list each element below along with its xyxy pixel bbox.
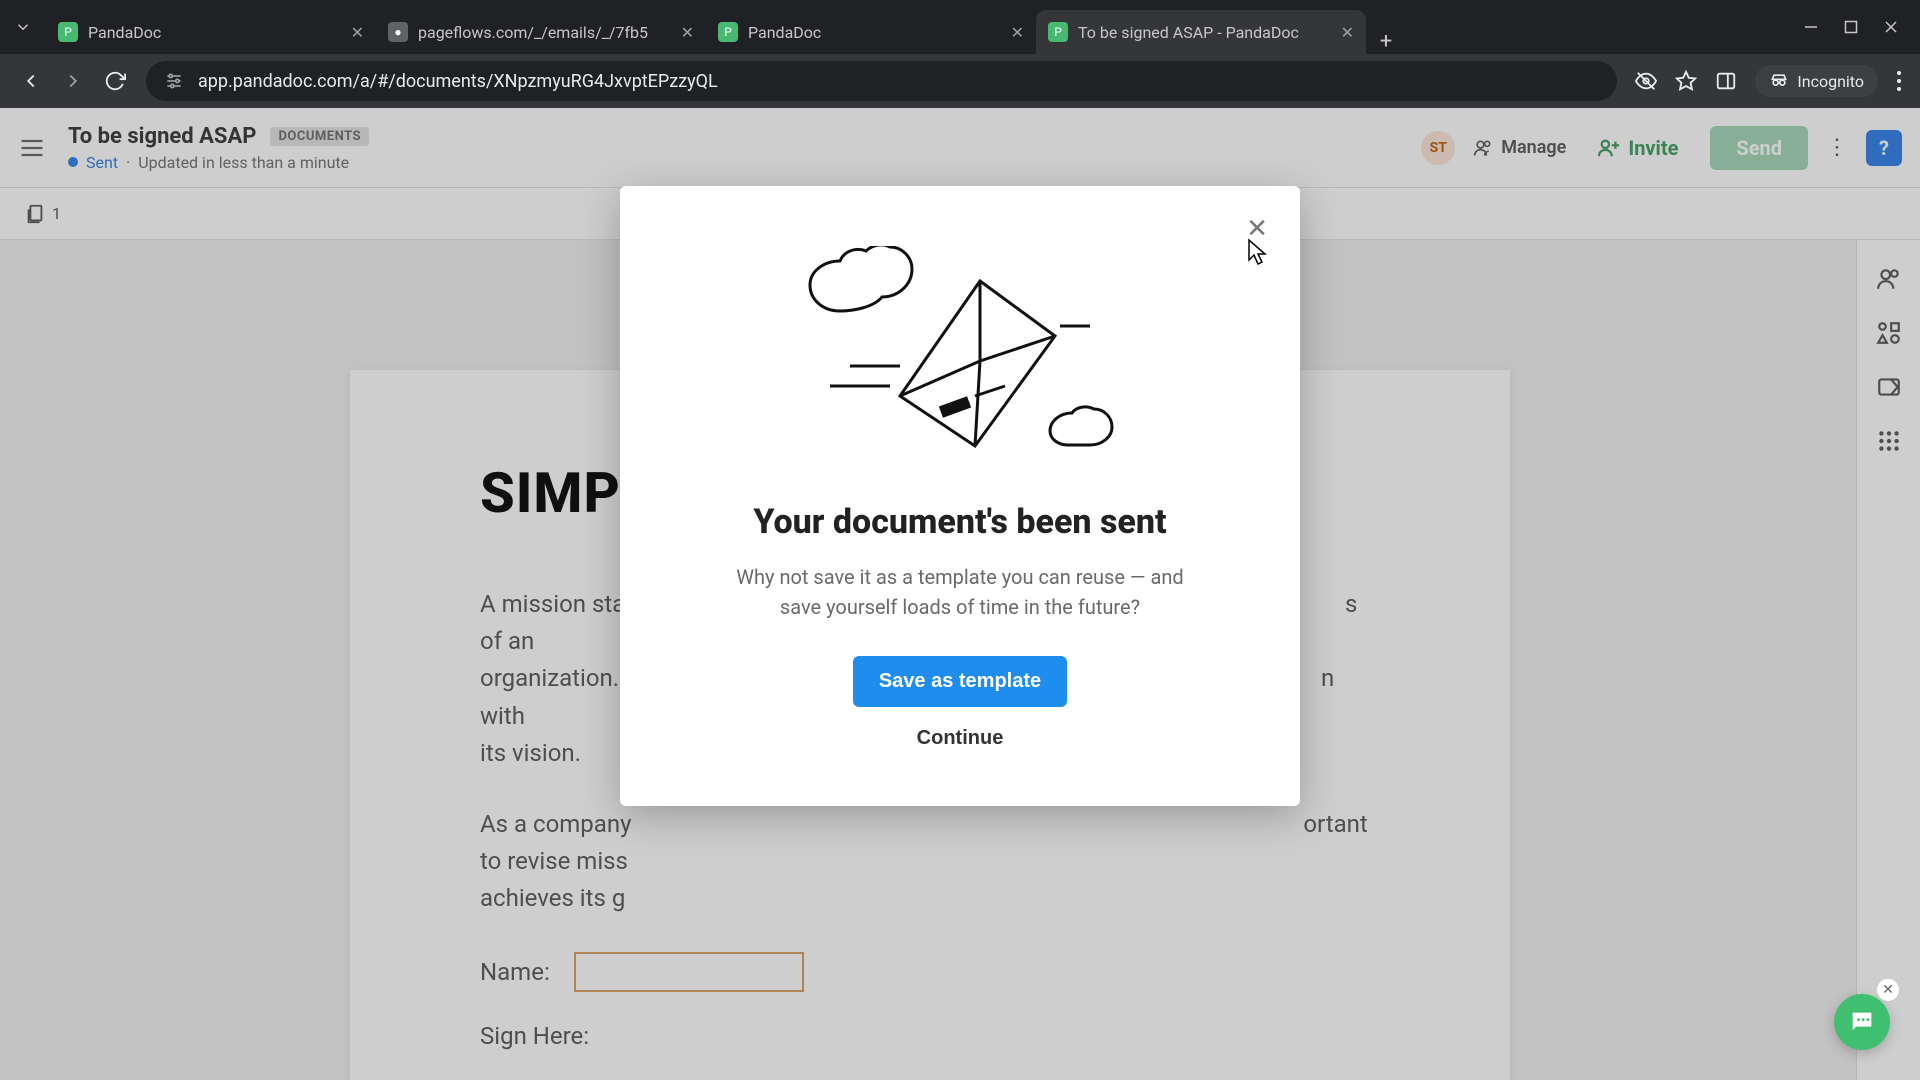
browser-menu-icon[interactable] xyxy=(1896,70,1902,92)
browser-tab[interactable]: ● pageflows.com/_/emails/_/7fb5 ✕ xyxy=(376,10,706,54)
close-icon[interactable]: ✕ xyxy=(1011,23,1024,42)
site-settings-icon[interactable] xyxy=(164,71,184,91)
forward-icon[interactable] xyxy=(62,70,84,92)
browser-titlebar: P PandaDoc ✕ ● pageflows.com/_/emails/_/… xyxy=(0,0,1920,54)
close-icon[interactable]: ✕ xyxy=(1341,23,1354,42)
eye-off-icon[interactable] xyxy=(1635,70,1657,92)
reload-icon[interactable] xyxy=(104,70,126,92)
modal-close-button[interactable]: ✕ xyxy=(1246,214,1268,244)
app-viewport: To be signed ASAP DOCUMENTS Sent · Updat… xyxy=(0,108,1920,1080)
new-tab-button[interactable]: + xyxy=(1366,29,1406,54)
browser-address-bar: app.pandadoc.com/a/#/documents/XNpzmyuRG… xyxy=(0,54,1920,108)
close-window-icon[interactable] xyxy=(1884,20,1898,34)
bookmark-star-icon[interactable] xyxy=(1675,70,1697,92)
envelope-illustration-icon xyxy=(780,246,1140,466)
incognito-badge[interactable]: Incognito xyxy=(1755,65,1878,97)
incognito-label: Incognito xyxy=(1797,72,1864,91)
browser-tab[interactable]: P PandaDoc ✕ xyxy=(706,10,1036,54)
browser-tabs: P PandaDoc ✕ ● pageflows.com/_/emails/_/… xyxy=(46,0,1782,54)
tab-title: PandaDoc xyxy=(88,23,341,42)
document-sent-modal: ✕ xyxy=(620,186,1300,806)
tab-title: To be signed ASAP - PandaDoc xyxy=(1078,23,1331,42)
continue-button[interactable]: Continue xyxy=(917,727,1004,750)
save-as-template-button[interactable]: Save as template xyxy=(853,656,1067,707)
url-input[interactable]: app.pandadoc.com/a/#/documents/XNpzmyuRG… xyxy=(146,61,1617,101)
modal-title: Your document's been sent xyxy=(670,502,1250,542)
url-text: app.pandadoc.com/a/#/documents/XNpzmyuRG… xyxy=(198,71,718,92)
tab-search-dropdown[interactable] xyxy=(0,0,46,54)
favicon-icon: P xyxy=(1048,22,1068,42)
minimize-icon[interactable] xyxy=(1804,20,1818,34)
tab-title: PandaDoc xyxy=(748,23,1001,42)
modal-body: Why not save it as a template you can re… xyxy=(720,562,1200,622)
maximize-icon[interactable] xyxy=(1844,20,1858,34)
favicon-icon: P xyxy=(718,22,738,42)
window-controls xyxy=(1782,0,1920,54)
side-panel-icon[interactable] xyxy=(1715,70,1737,92)
browser-tab[interactable]: P To be signed ASAP - PandaDoc ✕ xyxy=(1036,10,1366,54)
close-icon[interactable]: ✕ xyxy=(351,23,364,42)
favicon-icon: P xyxy=(58,22,78,42)
tab-title: pageflows.com/_/emails/_/7fb5 xyxy=(418,23,671,42)
back-icon[interactable] xyxy=(20,70,42,92)
favicon-icon: ● xyxy=(388,22,408,42)
modal-overlay[interactable]: ✕ xyxy=(0,108,1920,1080)
chat-widget-button[interactable] xyxy=(1834,994,1890,1050)
close-icon[interactable]: ✕ xyxy=(681,23,694,42)
chat-dismiss-button[interactable]: ✕ xyxy=(1876,978,1900,1002)
browser-tab[interactable]: P PandaDoc ✕ xyxy=(46,10,376,54)
